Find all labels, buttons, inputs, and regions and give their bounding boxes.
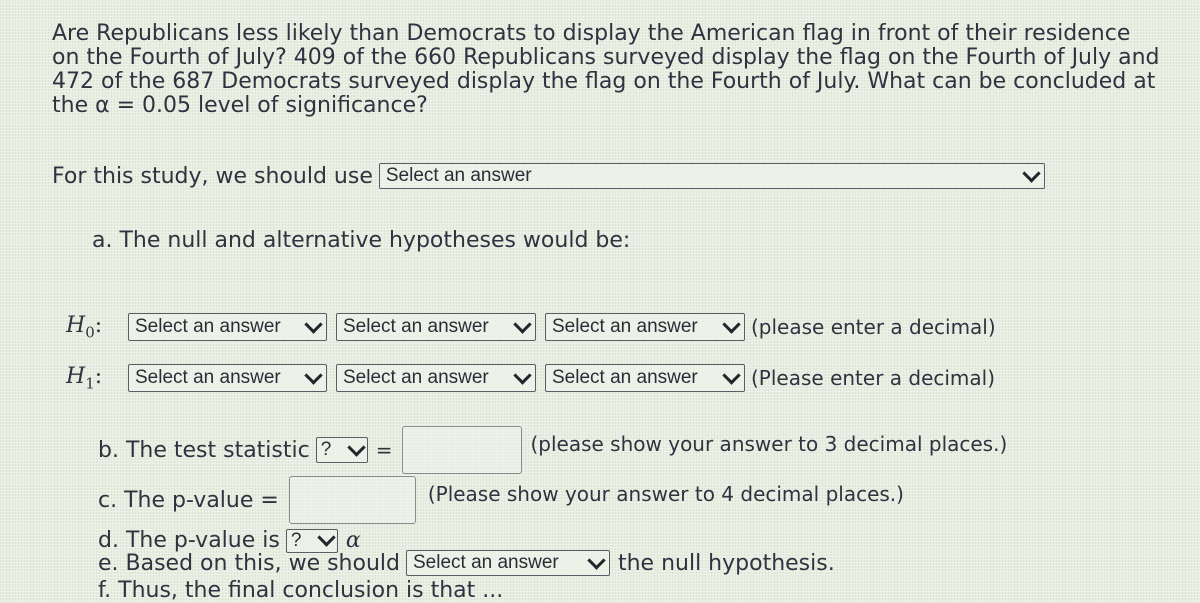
h1-select-1[interactable]: Select an answer [128,364,327,393]
h0-select-1-value: Select an answer [135,316,281,338]
h1-symbol: H1: [66,364,103,393]
part-c-note: (Please show your answer to 4 decimal pl… [427,482,904,506]
p-value-input[interactable] [288,476,416,524]
part-b-note: (please show your answer to 3 decimal pl… [530,432,1008,456]
h0-note: (please enter a decimal) [751,315,996,340]
part-f-label: f. Thus, the final conclusion is that ..… [98,578,504,603]
test-statistic-select[interactable]: ? [315,437,368,463]
part-e-label: e. Based on this, we should [98,550,400,576]
chevron-down-icon [722,314,741,334]
part-e-suffix: the null hypothesis. [617,550,835,576]
h0-select-3[interactable]: Select an answer [545,313,745,342]
chevron-down-icon [513,365,532,385]
h0-select-1[interactable]: Select an answer [128,313,327,342]
h0-select-2-value: Select an answer [343,316,489,338]
test-statistic-input[interactable] [402,426,523,474]
h0-symbol: H0: [66,313,103,342]
chevron-down-icon [347,437,366,457]
study-select[interactable]: Select an answer [378,163,1045,189]
reject-decision-select[interactable]: Select an answer [405,550,610,576]
part-b-label: b. The test statistic [98,437,310,463]
chevron-down-icon [317,528,336,547]
study-row: For this study, we should use Select an … [52,163,1045,189]
part-c-row: c. The p-value = (Please show your answe… [98,476,904,524]
part-a-row: a. The null and alternative hypotheses w… [92,228,630,253]
h0-select-2[interactable]: Select an answer [336,313,536,342]
chevron-down-icon [587,550,606,570]
part-e-row: e. Based on this, we should Select an an… [98,550,835,576]
study-select-value: Select an answer [385,165,532,186]
part-b-row: b. The test statistic ? = (please show y… [98,426,1007,474]
chevron-down-icon [1022,163,1041,183]
study-label: For this study, we should use [52,163,373,189]
question-text: Are Republicans less likely than Democra… [52,21,1160,118]
part-f-row-partial: f. Thus, the final conclusion is that ..… [98,578,503,603]
chevron-down-icon [304,314,323,334]
h1-note: (Please enter a decimal) [751,366,996,391]
equals-sign: = [375,438,393,462]
h1-select-3[interactable]: Select an answer [545,364,745,393]
p-value-compare-select-value: ? [290,529,302,551]
h1-select-1-value: Select an answer [135,367,281,389]
reject-decision-select-value: Select an answer [412,552,559,573]
test-statistic-select-value: ? [320,439,332,460]
h1-row: H1: Select an answer Select an answer Se… [66,364,995,392]
h1-select-2-value: Select an answer [343,367,489,389]
h0-row: H0: Select an answer Select an answer Se… [66,313,996,341]
p-value-compare-select[interactable]: ? [285,528,338,553]
chevron-down-icon [722,365,741,385]
chevron-down-icon [513,314,532,334]
h0-select-3-value: Select an answer [552,316,698,338]
h1-select-2[interactable]: Select an answer [336,364,536,393]
chevron-down-icon [304,365,323,385]
h1-select-3-value: Select an answer [552,367,698,389]
part-a-label: a. The null and alternative hypotheses w… [92,228,631,253]
part-c-label: c. The p-value = [98,487,279,513]
